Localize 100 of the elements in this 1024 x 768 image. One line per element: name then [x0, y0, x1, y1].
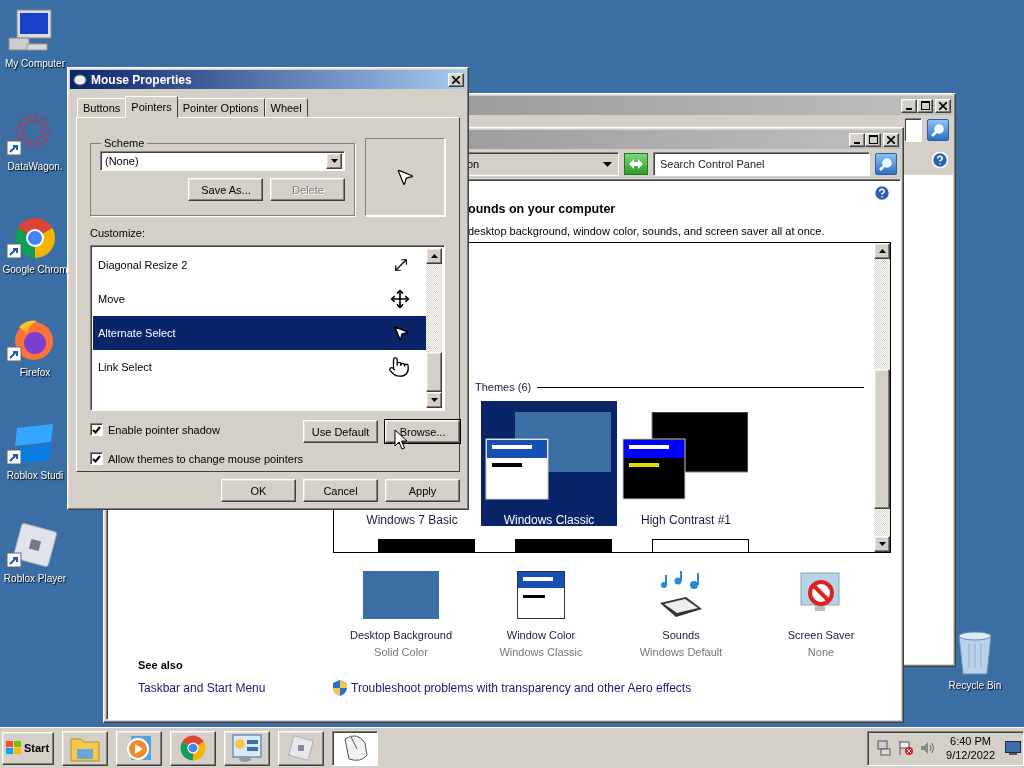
- scroll-up-button[interactable]: [426, 248, 442, 264]
- recycle-bin-icon[interactable]: [955, 630, 995, 676]
- hand-pointer-icon: [388, 356, 410, 378]
- setting-link[interactable]: Desktop Background: [349, 629, 453, 641]
- close-button[interactable]: [935, 98, 951, 113]
- dialog-button[interactable]: Apply: [385, 479, 460, 502]
- pointer-button[interactable]: Use Default: [303, 420, 379, 443]
- minimize-icon: [906, 107, 912, 110]
- desktop-icon-label[interactable]: DataWagon.: [7, 161, 63, 172]
- close-button[interactable]: [883, 132, 899, 147]
- pointer-button[interactable]: Browse...: [385, 420, 461, 443]
- help-icon[interactable]: [931, 151, 949, 169]
- theme-group-heading: Themes (6): [475, 381, 532, 393]
- tab[interactable]: Pointer Options: [176, 98, 265, 117]
- arrow-down-icon: [878, 542, 886, 546]
- arrow-pointer-icon: [395, 167, 416, 187]
- show-desktop-icon[interactable]: [1005, 741, 1021, 755]
- dropdown-icon: [331, 159, 338, 163]
- taskbar-app-button[interactable]: [332, 730, 378, 766]
- network-icon[interactable]: [876, 740, 893, 756]
- tab[interactable]: Pointers: [125, 96, 178, 118]
- close-button[interactable]: [448, 72, 464, 87]
- volume-icon[interactable]: [920, 740, 937, 756]
- page-heading: ounds on your computer: [468, 202, 617, 216]
- desktop-icon-label[interactable]: Google Chrom: [2, 264, 68, 275]
- setting-value: Solid Color: [374, 646, 428, 658]
- customize-label: Customize:: [90, 227, 147, 239]
- refresh-button[interactable]: [624, 153, 648, 175]
- control-panel-icon: [231, 733, 263, 763]
- move-icon: [390, 289, 410, 309]
- see-also-link[interactable]: Taskbar and Start Menu: [138, 681, 333, 695]
- media-player-icon: [125, 734, 153, 762]
- scroll-down-button[interactable]: [874, 536, 890, 552]
- minimize-icon: [854, 141, 860, 144]
- maximize-icon: [868, 135, 878, 144]
- scrollbar-thumb[interactable]: [874, 369, 890, 509]
- dropdown-icon[interactable]: [603, 161, 612, 167]
- dialog-button[interactable]: Cancel: [303, 479, 378, 502]
- search-button[interactable]: [875, 153, 897, 175]
- see-also-heading: See also: [138, 659, 184, 671]
- setting-link[interactable]: Sounds: [662, 629, 700, 641]
- flag-warning-icon[interactable]: [898, 740, 915, 756]
- setting-link[interactable]: Screen Saver: [787, 629, 855, 641]
- search-icon: [879, 157, 893, 171]
- maximize-button[interactable]: [865, 132, 881, 147]
- start-button[interactable]: Start: [2, 731, 54, 765]
- scroll-down-button[interactable]: [426, 392, 442, 408]
- minimize-button[interactable]: [849, 132, 865, 147]
- desktop-icon-label[interactable]: Roblox Studi: [6, 470, 64, 481]
- help-icon[interactable]: [873, 184, 891, 202]
- arrow-up-icon: [430, 254, 438, 258]
- scrollbar[interactable]: [874, 243, 890, 552]
- desktop-icon-label[interactable]: Recycle Bin: [948, 680, 1002, 691]
- desktop-background-icon: [363, 571, 439, 619]
- arrow-down-icon: [430, 398, 438, 402]
- close-icon: [939, 101, 947, 110]
- desktop-icon-label[interactable]: Roblox Player: [3, 573, 67, 584]
- tab[interactable]: Buttons: [77, 98, 127, 117]
- search-button[interactable]: [927, 119, 949, 141]
- dialog-button[interactable]: OK: [221, 479, 296, 502]
- page-description: desktop background, window color, sounds, and screen saver all at once.: [468, 225, 826, 237]
- setting-value: Windows Default: [639, 646, 723, 658]
- scheme-dropdown[interactable]: (None): [100, 151, 346, 171]
- window-color-icon: [517, 571, 565, 619]
- checkbox-label: Enable pointer shadow: [108, 423, 220, 436]
- windows-logo-icon: [6, 741, 22, 755]
- setting-link[interactable]: Window Color: [506, 629, 576, 641]
- arrow-pointer-icon: [392, 324, 410, 342]
- checkbox-label: Allow themes to change mouse pointers: [108, 452, 304, 465]
- scrollbar-thumb[interactable]: [426, 352, 442, 392]
- setting-value: Windows Classic: [499, 646, 583, 658]
- maximize-button[interactable]: [917, 98, 933, 113]
- checkmark-icon: [92, 454, 101, 463]
- troubleshoot-link[interactable]: Troubleshoot problems with transparency and other Aero effects: [351, 681, 692, 695]
- close-icon: [452, 75, 460, 84]
- minimize-button[interactable]: [901, 98, 917, 113]
- pointer-row[interactable]: Alternate Select: [93, 316, 426, 350]
- checkbox[interactable]: [90, 423, 103, 436]
- refresh-icon: [628, 158, 644, 170]
- diagonal-resize-icon: [392, 256, 410, 274]
- scheme-label: Scheme: [103, 137, 146, 149]
- checkmark-icon: [92, 425, 101, 434]
- search-field[interactable]: Search Control Panel: [653, 152, 870, 176]
- arrow-up-icon: [878, 249, 886, 253]
- chrome-icon: [178, 733, 208, 763]
- checkbox[interactable]: [90, 452, 103, 465]
- search-icon: [931, 123, 945, 137]
- close-icon: [887, 135, 895, 144]
- scroll-up-button[interactable]: [874, 243, 890, 259]
- search-field[interactable]: [905, 118, 922, 142]
- clock-date: 9/12/2022: [946, 749, 995, 761]
- desktop-icon-label[interactable]: Firefox: [19, 367, 51, 378]
- desktop-icon-label[interactable]: My Computer: [5, 58, 65, 69]
- scheme-button[interactable]: Save As...: [188, 178, 264, 201]
- theme-item[interactable]: High Contrast #1: [618, 401, 754, 526]
- theme-item[interactable]: Windows Classic: [481, 401, 617, 526]
- tab[interactable]: Wheel: [264, 98, 308, 117]
- clock-time: 6:40 PM: [950, 735, 991, 747]
- dialog-title: Mouse Properties: [91, 72, 193, 87]
- scrollbar[interactable]: [426, 248, 442, 408]
